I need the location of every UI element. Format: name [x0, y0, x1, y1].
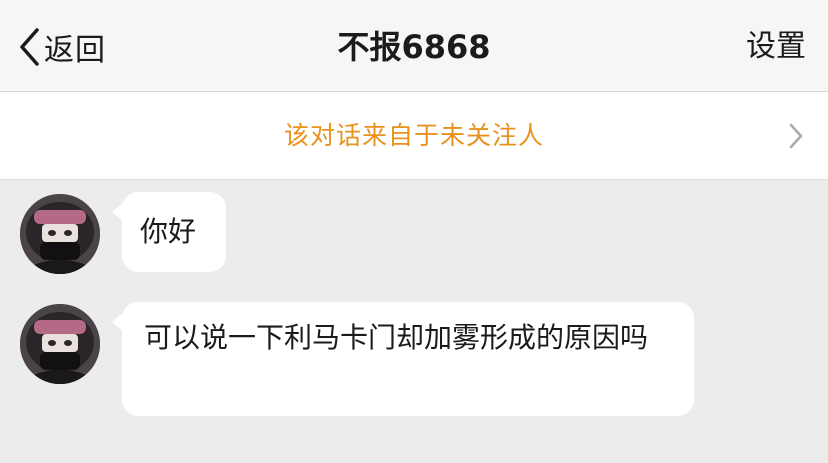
message-text: 可以说一下利马卡门却加雾形成的原因吗	[144, 321, 649, 354]
chat-title: 不报6868	[337, 28, 491, 66]
message-item: 可以说一下利马卡门却加雾形成的原因吗	[0, 300, 828, 418]
message-bubble[interactable]: 你好	[112, 192, 226, 272]
non-follower-notice[interactable]: 该对话来自于未关注人	[0, 92, 828, 180]
avatar[interactable]	[20, 304, 100, 384]
settings-button[interactable]: 设置	[746, 22, 806, 72]
chevron-right-icon	[788, 122, 804, 154]
bubble-tail	[112, 202, 124, 222]
bubble-tail	[112, 312, 124, 332]
avatar[interactable]	[20, 194, 100, 274]
message-bubble[interactable]: 可以说一下利马卡门却加雾形成的原因吗	[112, 302, 694, 416]
navigation-bar: 返回 不报6868 设置	[0, 0, 828, 92]
message-item: 你好	[0, 190, 828, 276]
message-text: 你好	[140, 215, 197, 248]
notice-text: 该对话来自于未关注人	[283, 121, 544, 150]
